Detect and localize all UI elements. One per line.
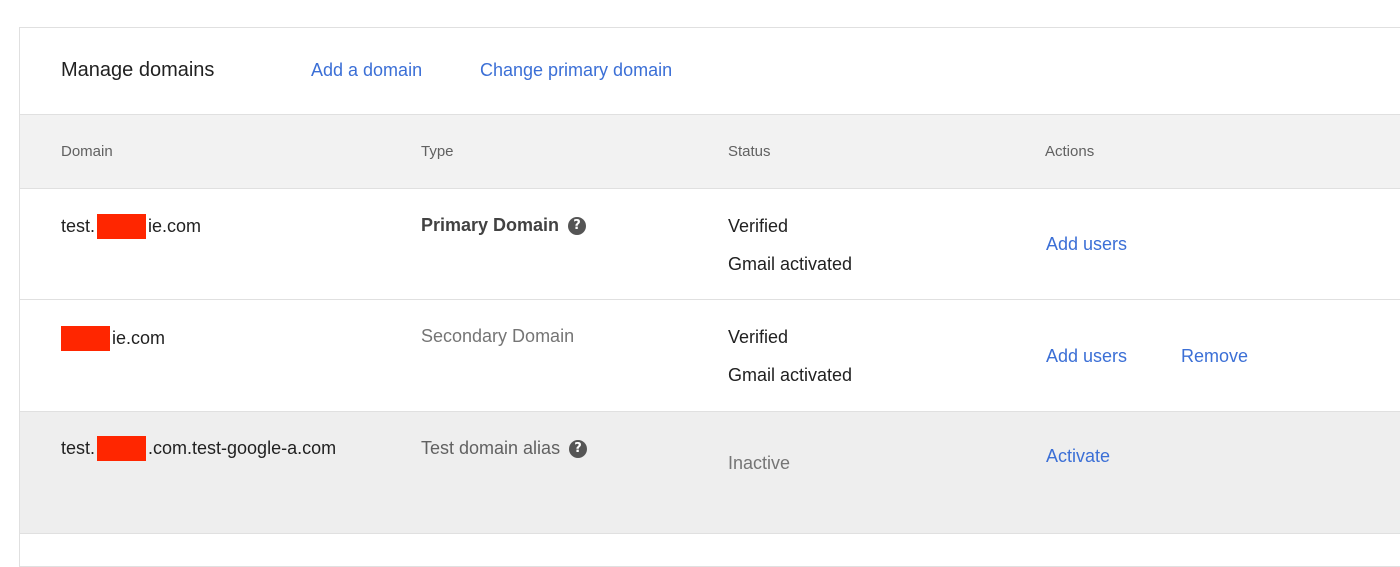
remove-link[interactable]: Remove [1181,346,1248,367]
table-header: Domain Type Status Actions [20,115,1400,189]
column-header-actions: Actions [1045,143,1095,160]
table-row: test. ie.com Primary Domain ? Verified G… [20,189,1400,300]
type-cell: Secondary Domain [421,326,574,347]
domain-cell: test. .com.test-google-a.com [61,436,336,461]
status-verified: Verified [728,327,789,347]
add-domain-link[interactable]: Add a domain [311,60,422,81]
domain-type-label: Test domain alias [421,438,561,458]
domain-type-label: Secondary Domain [421,326,575,346]
manage-domains-card: Manage domains Add a domain Change prima… [19,27,1400,567]
page-title: Manage domains [61,59,215,81]
status-cell: Verified Gmail activated [728,207,852,283]
table-row: test. .com.test-google-a.com Test domain… [20,412,1400,534]
status-gmail: Gmail activated [728,365,853,385]
status-cell: Inactive [728,444,790,482]
redaction-block [61,326,110,351]
add-users-link[interactable]: Add users [1046,346,1127,367]
status-inactive: Inactive [728,453,791,473]
help-circle-icon[interactable]: ? [569,439,588,458]
domain-suffix: ie.com [148,216,202,236]
table-row: ie.com Secondary Domain Verified Gmail a… [20,300,1400,412]
domain-prefix: test. [61,438,96,458]
domain-prefix: test. [61,216,96,236]
status-gmail: Gmail activated [728,254,853,274]
domain-suffix: .com.test-google-a.com [148,438,337,458]
redaction-block [97,214,147,239]
domain-cell: test. ie.com [61,214,201,239]
help-circle-icon[interactable]: ? [568,216,587,235]
column-header-status: Status [728,143,771,160]
type-cell: Primary Domain ? [421,215,587,236]
column-header-domain: Domain [61,143,113,160]
domain-type-label: Primary Domain [421,215,560,235]
domain-cell: ie.com [61,326,165,351]
redaction-block [97,436,147,461]
column-header-type: Type [421,143,454,160]
card-header: Manage domains Add a domain Change prima… [20,28,1400,115]
domain-suffix: ie.com [112,328,166,348]
type-cell: Test domain alias ? [421,438,588,459]
status-verified: Verified [728,216,789,236]
activate-link[interactable]: Activate [1046,446,1110,467]
add-users-link[interactable]: Add users [1046,234,1127,255]
status-cell: Verified Gmail activated [728,318,852,394]
change-primary-domain-link[interactable]: Change primary domain [480,60,672,81]
